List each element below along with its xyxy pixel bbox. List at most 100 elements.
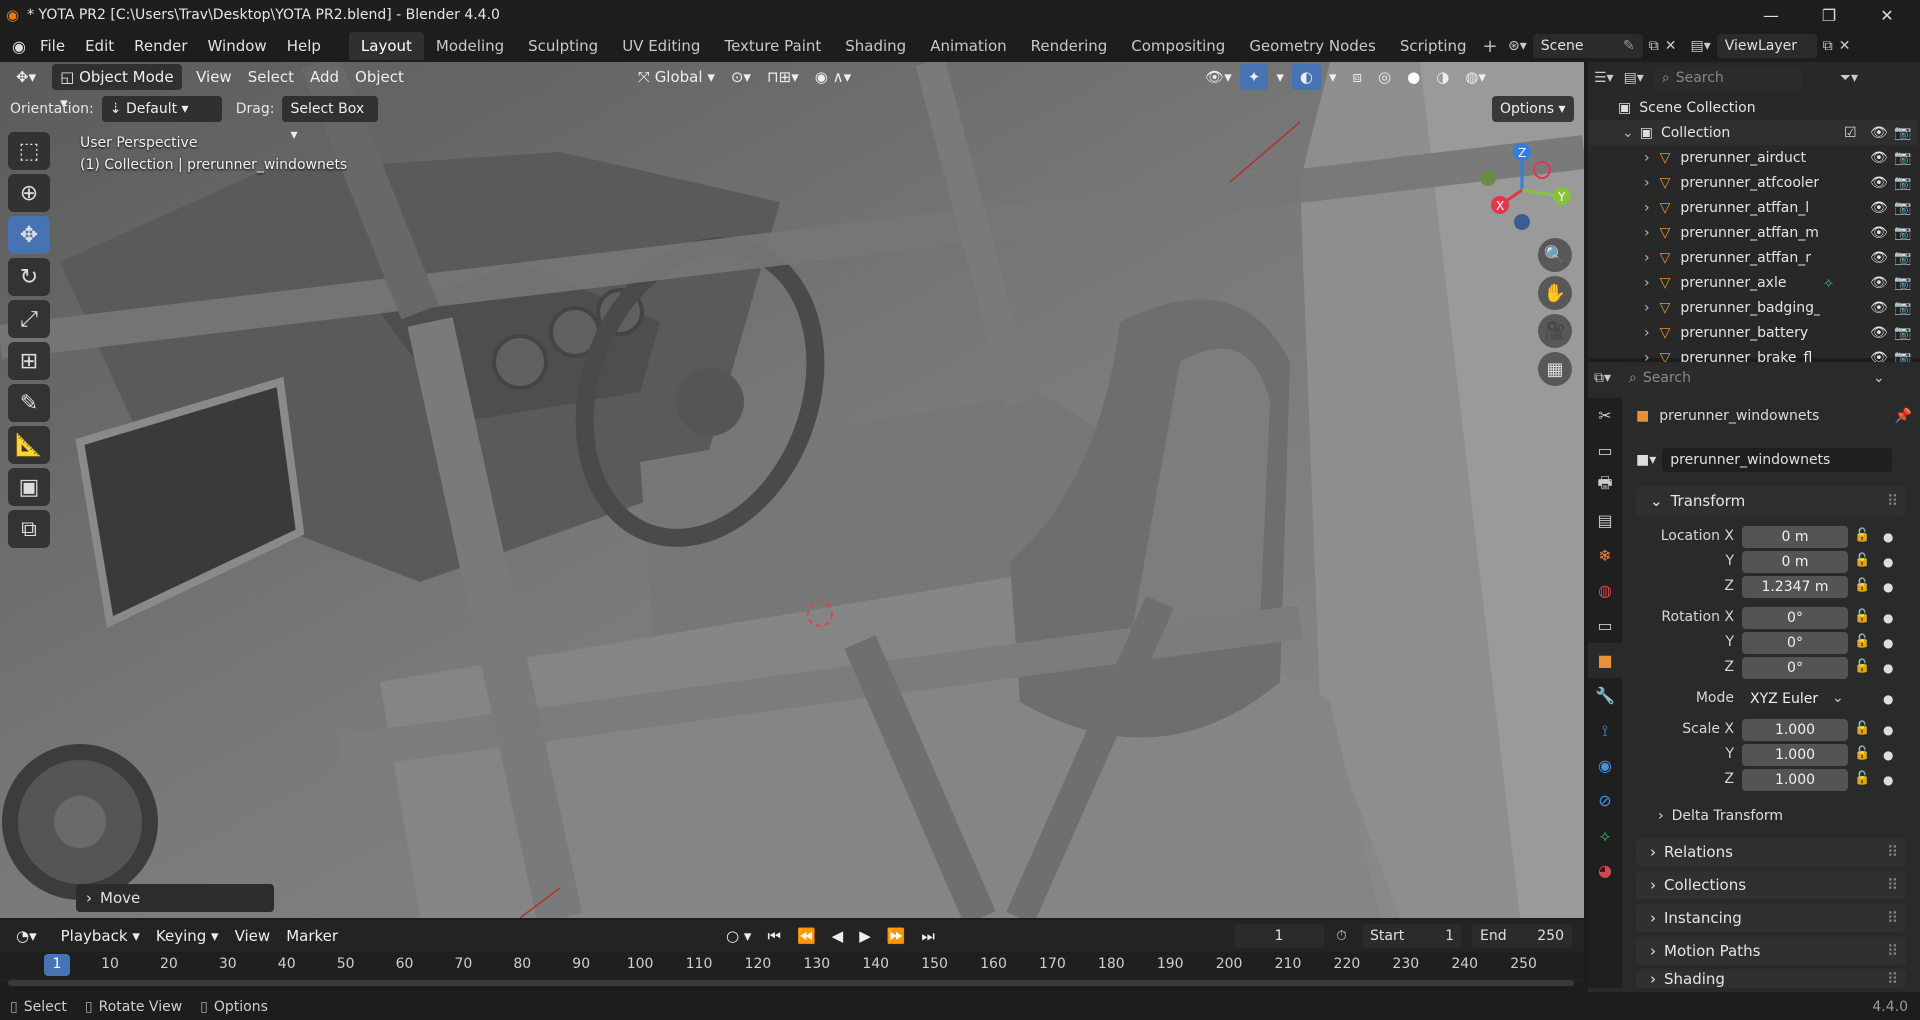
xray-icon[interactable]: ⧈ — [1344, 64, 1370, 90]
cursor-icon[interactable]: ⊕ — [8, 174, 50, 212]
outliner-item[interactable]: › ▽ prerunner_atffan_m 👁 📷 — [1588, 220, 1918, 245]
editor-type-icon[interactable]: ✥▾ — [8, 64, 44, 90]
lock-icon[interactable]: 🔓 — [1854, 771, 1870, 786]
new-scene-icon[interactable]: ⧉ — [1649, 38, 1659, 54]
ortho-toggle-icon[interactable]: ▦ — [1538, 352, 1572, 386]
render-camera-icon[interactable]: 📷 — [1894, 250, 1911, 266]
tab-compositing[interactable]: Compositing — [1119, 32, 1237, 60]
rendered-shading-icon[interactable]: ◍▾ — [1457, 64, 1494, 90]
chevron-right-icon[interactable]: › — [1644, 250, 1650, 266]
auto-key-icon[interactable]: ○ ▾ — [718, 923, 759, 949]
tab-shading[interactable]: Shading — [833, 32, 918, 60]
keyframe-dot-icon[interactable]: ● — [1883, 748, 1893, 762]
menu-keying[interactable]: Keying ▾ — [148, 923, 227, 949]
chevron-right-icon[interactable]: › — [1644, 275, 1650, 291]
lock-icon[interactable]: 🔓 — [1854, 528, 1870, 543]
tab-texture-paint[interactable]: Texture Paint — [712, 32, 833, 60]
material-tab-icon[interactable]: ◕ — [1588, 853, 1622, 888]
location-x-field[interactable]: 0 m — [1742, 526, 1848, 548]
render-camera-icon[interactable]: 📷 — [1894, 175, 1911, 191]
snap-icon[interactable]: ⊓⊞▾ — [759, 64, 807, 90]
menu-playback[interactable]: Playback ▾ — [53, 923, 148, 949]
scale-x-field[interactable]: 1.000 — [1742, 719, 1848, 741]
timeline-ruler[interactable]: 1 10 20 30 40 50 60 70 80 90 100 110 120 130 140 150 160… — [0, 952, 1584, 978]
drag-handle-icon[interactable]: ⠿ — [1887, 492, 1898, 510]
transform-panel-header[interactable]: ⌄ Transform ⠿ — [1636, 486, 1906, 516]
outliner-item[interactable]: › ▽ prerunner_atffan_r 👁 📷 — [1588, 245, 1918, 270]
overlay-toggle-icon[interactable]: ◐ — [1291, 64, 1321, 90]
outliner-item[interactable]: › ▽ prerunner_atfcooler 👁 📷 — [1588, 170, 1918, 195]
lock-icon[interactable]: 🔓 — [1854, 746, 1870, 761]
jump-end-icon[interactable]: ⏭ — [913, 923, 943, 949]
timeline-scrollbar[interactable] — [8, 980, 1574, 986]
constraints-tab-icon[interactable]: ⊘ — [1588, 783, 1622, 818]
wireframe-shading-icon[interactable]: ◎ — [1370, 64, 1399, 90]
select-box-icon[interactable]: ⬚ — [8, 132, 50, 170]
chevron-right-icon[interactable]: › — [1644, 325, 1650, 341]
outliner-item[interactable]: › ▽ prerunner_airduct 👁 📷 — [1588, 145, 1918, 170]
render-tab-icon[interactable]: ▭ — [1588, 433, 1622, 468]
mode-dropdown[interactable]: ◱ Object Mode ▾ — [52, 64, 183, 112]
scale-icon[interactable]: ⤢ — [8, 300, 50, 338]
visibility-eye-icon[interactable]: 👁 — [1870, 175, 1888, 191]
tab-modeling[interactable]: Modeling — [424, 32, 516, 60]
collection-row[interactable]: ⌄ ▣ Collection ☑ 👁 📷 — [1588, 120, 1918, 145]
visibility-eye-icon[interactable]: 👁 — [1870, 275, 1888, 291]
remove-scene-icon[interactable]: ✕ — [1665, 38, 1677, 54]
render-camera-icon[interactable]: 📷 — [1894, 125, 1911, 141]
render-camera-icon[interactable]: 📷 — [1894, 225, 1911, 241]
menu-add[interactable]: Add — [302, 64, 347, 90]
lock-icon[interactable]: 🔓 — [1854, 721, 1870, 736]
outliner-editor-type-icon[interactable]: ☰▾ — [1594, 70, 1614, 86]
tab-layout[interactable]: Layout — [348, 32, 424, 60]
visibility-eye-icon[interactable]: 👁 — [1870, 200, 1888, 216]
gizmo-toggle-icon[interactable]: ✦ — [1239, 64, 1269, 90]
next-keyframe-icon[interactable]: ⏩ — [879, 923, 914, 949]
location-z-field[interactable]: 1.2347 m — [1742, 576, 1848, 598]
options-dropdown[interactable]: Options ▾ — [1492, 96, 1574, 122]
pivot-icon[interactable]: ⊙▾ — [723, 64, 759, 90]
render-camera-icon[interactable]: 📷 — [1894, 200, 1911, 216]
drag-handle-icon[interactable]: ⠿ — [1887, 876, 1898, 894]
proportional-edit-icon[interactable]: ◉ ∧▾ — [807, 64, 859, 90]
solid-shading-icon[interactable]: ● — [1399, 64, 1428, 90]
blender-menu-icon[interactable]: ◉ — [12, 37, 26, 56]
chevron-right-icon[interactable]: › — [1644, 225, 1650, 241]
drag-handle-icon[interactable]: ⠿ — [1887, 909, 1898, 927]
menu-timeline-view[interactable]: View — [227, 923, 279, 949]
visibility-eye-icon[interactable]: 👁 — [1870, 325, 1888, 341]
close-button[interactable]: ✕ — [1862, 0, 1912, 30]
current-frame-field[interactable]: 1 — [1234, 924, 1324, 948]
properties-search[interactable]: ⌕ Search — [1621, 366, 1770, 390]
outliner-item[interactable]: › ▽ prerunner_atffan_l 👁 📷 — [1588, 195, 1918, 220]
start-frame-field[interactable]: Start 1 — [1362, 924, 1462, 948]
keyframe-dot-icon[interactable]: ● — [1883, 692, 1893, 706]
zoom-icon[interactable]: 🔍 — [1538, 238, 1572, 272]
keyframe-dot-icon[interactable]: ● — [1883, 773, 1893, 787]
visibility-eye-icon[interactable]: 👁 — [1870, 225, 1888, 241]
rotate-icon[interactable]: ↻ — [8, 258, 50, 296]
keyframe-dot-icon[interactable]: ● — [1883, 530, 1893, 544]
panel-header-shading[interactable]: › Shading ⠿ — [1636, 970, 1906, 988]
end-frame-field[interactable]: End 250 — [1472, 924, 1572, 948]
annotate-icon[interactable]: ✎ — [8, 384, 50, 422]
pan-hand-icon[interactable]: ✋ — [1538, 276, 1572, 310]
pin-icon[interactable]: ✎ — [1623, 38, 1635, 54]
axis-gizmo[interactable]: Z Y X — [1470, 138, 1580, 238]
visibility-eye-icon[interactable]: 👁 — [1870, 125, 1888, 141]
menu-file[interactable]: File — [30, 30, 75, 62]
camera-view-icon[interactable]: 🎥 — [1538, 314, 1572, 348]
visibility-eye-icon[interactable]: 👁 — [1870, 250, 1888, 266]
output-tab-icon[interactable]: 🖶 — [1588, 468, 1622, 503]
keyframe-dot-icon[interactable]: ● — [1883, 611, 1893, 625]
keyframe-dot-icon[interactable]: ● — [1883, 555, 1893, 569]
viewlayer-browse-icon[interactable]: ▤▾ — [1691, 38, 1711, 54]
drag-dropdown[interactable]: Select Box ▾ — [282, 96, 379, 143]
outliner-item[interactable]: › ▽ prerunner_battery 👁 📷 — [1588, 320, 1918, 345]
properties-editor-type-icon[interactable]: ⧉▾ — [1594, 370, 1611, 386]
menu-edit[interactable]: Edit — [75, 30, 124, 62]
render-camera-icon[interactable]: 📷 — [1894, 150, 1911, 166]
new-viewlayer-icon[interactable]: ⧉ — [1823, 38, 1833, 54]
render-camera-icon[interactable]: 📷 — [1894, 325, 1911, 341]
remove-viewlayer-icon[interactable]: ✕ — [1839, 38, 1851, 54]
